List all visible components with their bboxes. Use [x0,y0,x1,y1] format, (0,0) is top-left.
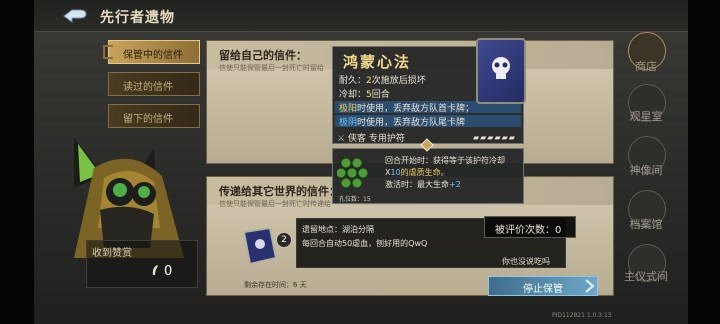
rarity-marks-icon: ▰▰▰▰▰▰ [473,133,516,142]
nav-ritual-hall[interactable]: 主仪式间 [618,268,674,284]
cooldown-suffix: 回合 [371,90,390,100]
tab-read-letters[interactable]: 读过的信件 [108,72,200,96]
yin-line: 极阴时使用，丢弃敌方队尾卡牌 [339,115,465,128]
remaining-time: 剩余存在时间：6 天 [244,281,307,289]
nav-archive[interactable]: 档案馆 [618,216,674,232]
received-praise-count: 0 [164,264,173,279]
stop-keeping-button[interactable]: 停止保管 [488,276,598,296]
left-border [0,0,34,324]
card-level-badge: 2 [276,232,292,248]
yang-label: 极阳 [339,104,358,114]
activation-label: 激活时：最大生命 [385,180,449,189]
rating-value: 0 [555,225,562,236]
feather-icon [152,265,158,275]
durability-line: 耐久：2次施放后损坏 [339,73,426,86]
leave-location: 遗留地点：湖泊分隔 [302,225,374,234]
letter-message: 每回合自动50虐血，刨好用的QwQ [302,239,428,248]
durability-label: 耐久： [339,76,367,86]
rating-label: 被评价次数： [495,225,555,236]
letter-to-self-title: 留给自己的信件： [219,49,307,62]
letter-to-self-subtitle: 信使只能保管最后一封死亡时留给 [219,64,324,72]
letter-to-world-subtitle: 信使只能保管最后一封死亡时传递给 [219,200,331,208]
exclusive-tag: ⚔ 侠客 专用护符 [337,131,405,144]
effect-line-2: X10的虐质生命。 [385,167,449,178]
letter-to-world-title: 传递给其它世界的信件： [219,185,340,198]
amulet-name: 鸿蒙心法 [343,53,412,71]
game-screen: 先行者遗物 保管中的信件 读过的信件 留下的信件 收到赞赏 0 留给自己的信件：… [0,0,720,324]
chevron-right-icon [585,279,595,293]
yang-line: 极阳时使用，丢弃敌方队首卡牌； [339,101,474,114]
section-gem-icon [420,138,434,152]
yin-label: 极阴 [339,118,358,128]
back-arrow-icon[interactable] [62,6,90,26]
right-border [688,0,720,324]
version-label: PID112821 1.0.3.13 [552,312,612,319]
yin-text: 时使用，丢弃敌方队尾卡牌 [357,118,466,128]
rating-count-box: 被评价次数：0 [484,216,576,238]
skull-emblem-icon [492,57,510,79]
effect-suffix: 的虐质生命。 [400,168,449,177]
durability-suffix: 次施放后损坏 [371,76,426,86]
yang-text: 时使用，丢弃敌方队首卡牌； [357,104,475,114]
hex-grid-icon [337,157,369,189]
tab-bracket [103,45,113,59]
effect-multiplier: 10 [390,168,401,177]
amulet-effect-section: 孔位数：15 回合开始时：获得等于该护符冷却 X10的虐质生命。 激活时：最大生… [332,148,524,204]
tab-kept-letters[interactable]: 保管中的信件 [103,40,200,64]
received-praise-label: 收到赞赏 [92,248,132,259]
prompt-text: 你也没说吃吗 [502,257,550,266]
nav-shop[interactable]: 商店 [618,58,674,74]
nav-idol-room[interactable]: 神像间 [618,162,674,178]
slot-count: 孔位数：15 [339,196,371,203]
exclusive-tag-text: 侠客 专用护符 [347,134,405,144]
cooldown-label: 冷却： [339,90,367,100]
effect-line-3: 激活时：最大生命+2 [385,179,461,190]
amulet-card-image [476,38,526,104]
effect-line-1: 回合开始时：获得等于该护符冷却 [385,156,505,165]
swords-icon: ⚔ [337,134,346,144]
tab-read-letters-label: 读过的信件 [123,82,173,93]
nav-observatory[interactable]: 观星室 [618,108,674,124]
amulet-card-icon[interactable] [236,228,280,268]
activation-value: +2 [449,180,461,189]
cooldown-line: 冷却：5回合 [339,87,390,100]
tab-kept-letters-label: 保管中的信件 [123,50,183,61]
page-title: 先行者遗物 [100,10,175,26]
